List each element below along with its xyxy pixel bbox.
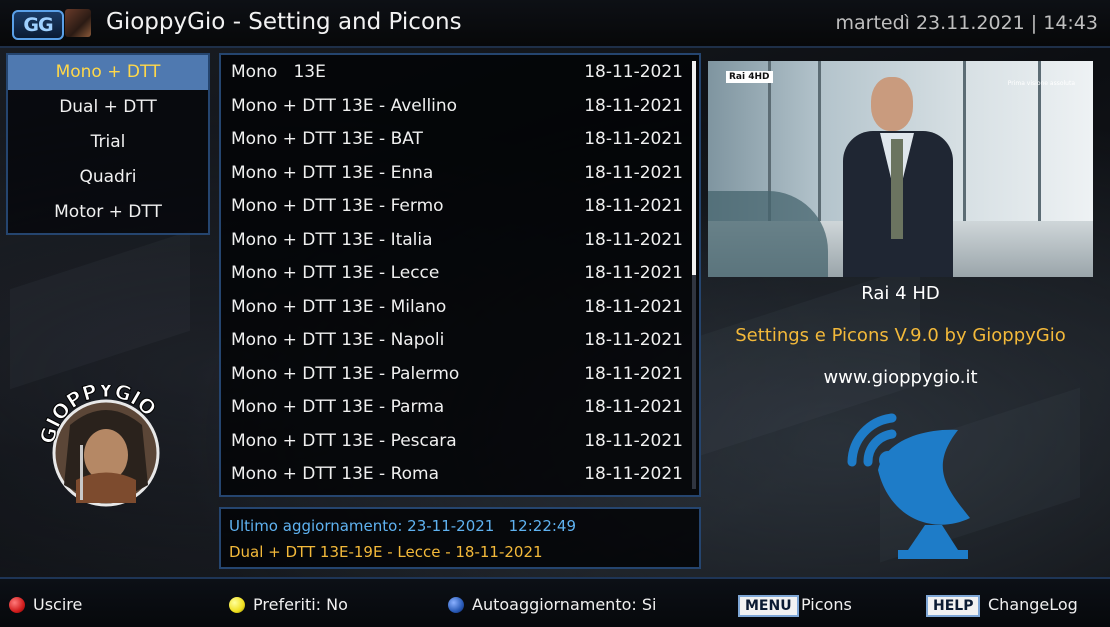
menu-item-dual-dtt[interactable]: Dual + DTT <box>8 90 208 125</box>
red-button-icon <box>9 597 25 613</box>
list-item[interactable]: Mono + DTT 13E - Parma 18-11-2021 <box>231 392 683 422</box>
channel-name: Rai 4 HD <box>861 283 940 304</box>
list-item[interactable]: Mono + DTT 13E - Italia 18-11-2021 <box>231 225 683 255</box>
list-item-name: Mono 13E <box>231 62 326 82</box>
last-update-text: Ultimo aggiornamento: 23-11-2021 12:22:4… <box>229 517 577 535</box>
version-text: Settings e Picons V.9.0 by GioppyGio <box>735 325 1066 346</box>
list-item[interactable]: Mono + DTT 13E - BAT 18-11-2021 <box>231 124 683 154</box>
warrior-logo-icon <box>65 9 91 37</box>
menu-key-label[interactable]: Picons <box>801 595 852 614</box>
menu-item-trial[interactable]: Trial <box>8 125 208 160</box>
list-item-name: Mono + DTT 13E - Milano <box>231 297 447 317</box>
channel-tagline: Prima visione assoluta <box>1007 80 1075 87</box>
list-item-name: Mono + DTT 13E - Avellino <box>231 96 458 116</box>
yellow-button-label[interactable]: Preferiti: No <box>253 595 348 614</box>
category-menu: Mono + DTT Dual + DTT Trial Quadri Motor… <box>6 53 210 235</box>
list-item-date: 18-11-2021 <box>584 196 683 216</box>
list-item-name: Mono + DTT 13E - Italia <box>231 230 433 250</box>
background-shape <box>708 191 828 277</box>
settings-list: Mono 13E 18-11-2021 Mono + DTT 13E - Avel… <box>219 53 701 497</box>
scrollbar-thumb[interactable] <box>692 61 696 275</box>
help-key-icon[interactable]: HELP <box>926 595 981 617</box>
list-item[interactable]: Mono + DTT 13E - Napoli 18-11-2021 <box>231 325 683 355</box>
satellite-dish-icon <box>847 413 970 559</box>
list-item-date: 18-11-2021 <box>584 397 683 417</box>
list-item[interactable]: Mono + DTT 13E - Lecce 18-11-2021 <box>231 258 683 288</box>
list-item-date: 18-11-2021 <box>584 230 683 250</box>
list-item-date: 18-11-2021 <box>584 129 683 149</box>
list-item[interactable]: Mono + DTT 13E - Avellino 18-11-2021 <box>231 91 683 121</box>
list-item[interactable]: Mono + DTT 13E - Pescara 18-11-2021 <box>231 426 683 456</box>
list-item-name: Mono + DTT 13E - Roma <box>231 464 440 484</box>
list-item[interactable]: Mono + DTT 13E - Enna 18-11-2021 <box>231 158 683 188</box>
gioppygio-avatar: GIOPPYGIO <box>40 385 162 507</box>
presenter-figure <box>891 139 903 239</box>
red-button-label[interactable]: Uscire <box>33 595 82 614</box>
list-item-name: Mono + DTT 13E - Palermo <box>231 364 460 384</box>
menu-item-motor-dtt[interactable]: Motor + DTT <box>8 195 208 230</box>
list-item-date: 18-11-2021 <box>584 297 683 317</box>
installed-setting-text: Dual + DTT 13E-19E - Lecce - 18-11-2021 <box>229 543 543 561</box>
presenter-figure <box>871 77 913 131</box>
app-title: GioppyGio - Setting and Picons <box>106 9 462 35</box>
blue-button-icon <box>448 597 464 613</box>
list-item-date: 18-11-2021 <box>584 330 683 350</box>
list-item-name: Mono + DTT 13E - Enna <box>231 163 434 183</box>
tv-preview: Rai 4HD Prima visione assoluta <box>708 61 1093 277</box>
gg-logo: GG <box>12 10 64 40</box>
date-time: martedì 23.11.2021 | 14:43 <box>835 12 1098 34</box>
menu-key-icon[interactable]: MENU <box>738 595 799 617</box>
yellow-button-icon <box>229 597 245 613</box>
blue-button-label[interactable]: Autoaggiornamento: Si <box>472 595 656 614</box>
list-item-date: 18-11-2021 <box>584 263 683 283</box>
channel-logo: Rai 4HD <box>726 71 773 83</box>
list-item-date: 18-11-2021 <box>584 163 683 183</box>
list-item-date: 18-11-2021 <box>584 431 683 451</box>
list-item-date: 18-11-2021 <box>584 62 683 82</box>
list-item[interactable]: Mono 13E 18-11-2021 <box>231 57 683 87</box>
list-item-name: Mono + DTT 13E - BAT <box>231 129 423 149</box>
background-shape <box>10 230 190 390</box>
update-info-panel: Ultimo aggiornamento: 23-11-2021 12:22:4… <box>219 507 701 569</box>
list-item-name: Mono + DTT 13E - Fermo <box>231 196 444 216</box>
list-item-date: 18-11-2021 <box>584 464 683 484</box>
list-item[interactable]: Mono + DTT 13E - Fermo 18-11-2021 <box>231 191 683 221</box>
menu-item-quadri[interactable]: Quadri <box>8 160 208 195</box>
list-item-name: Mono + DTT 13E - Parma <box>231 397 445 417</box>
menu-item-mono-dtt[interactable]: Mono + DTT <box>8 55 208 90</box>
list-item[interactable]: Mono + DTT 13E - Roma 18-11-2021 <box>231 459 683 489</box>
list-item-name: Mono + DTT 13E - Napoli <box>231 330 445 350</box>
list-item-date: 18-11-2021 <box>584 96 683 116</box>
list-item-date: 18-11-2021 <box>584 364 683 384</box>
list-scrollbar[interactable] <box>692 61 696 489</box>
help-key-label[interactable]: ChangeLog <box>988 595 1078 614</box>
footer-bar: Uscire Preferiti: No Autoaggiornamento: … <box>0 577 1110 627</box>
list-item-name: Mono + DTT 13E - Lecce <box>231 263 440 283</box>
list-item-name: Mono + DTT 13E - Pescara <box>231 431 457 451</box>
list-item[interactable]: Mono + DTT 13E - Palermo 18-11-2021 <box>231 359 683 389</box>
header-bar: GG GioppyGio - Setting and Picons marted… <box>0 0 1110 48</box>
list-item[interactable]: Mono + DTT 13E - Milano 18-11-2021 <box>231 292 683 322</box>
website-url: www.gioppygio.it <box>823 367 978 388</box>
